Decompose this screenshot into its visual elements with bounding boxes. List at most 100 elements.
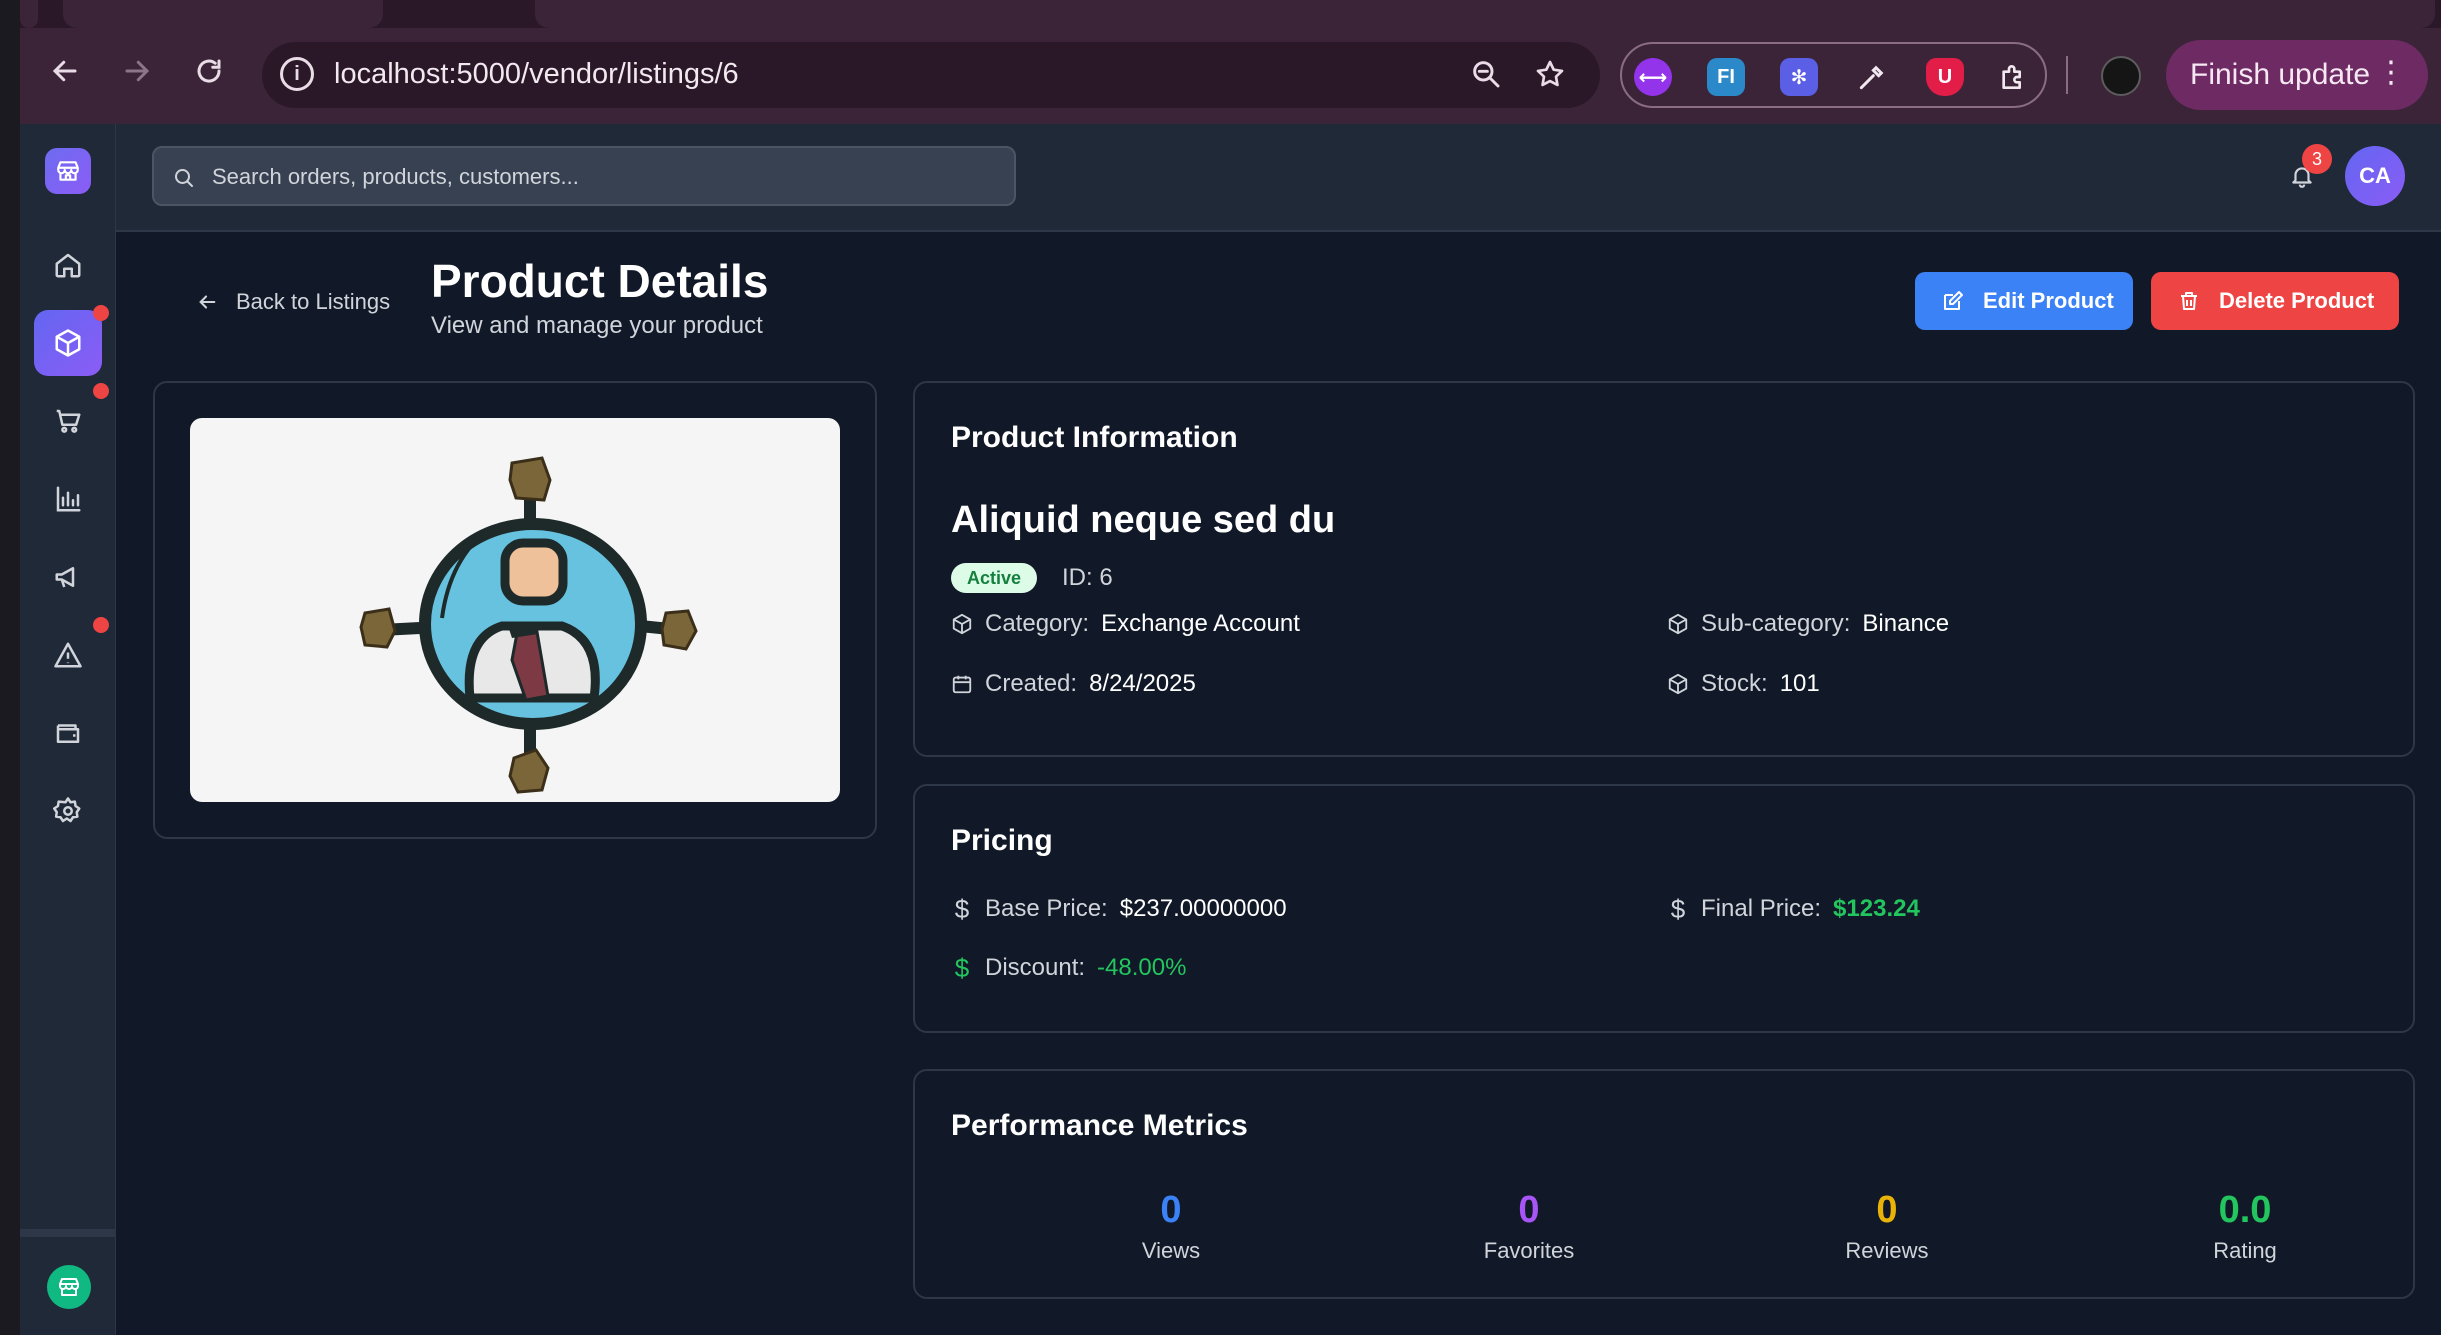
top-bar: 3 CA (116, 124, 2441, 232)
sidebar (20, 124, 116, 1335)
search-box[interactable] (152, 146, 1016, 206)
subcategory-value: Binance (1862, 610, 1950, 637)
sidebar-item-wallet[interactable] (34, 700, 102, 766)
created-field: Created: 8/24/2025 (951, 667, 1196, 701)
category-value: Exchange Account (1101, 610, 1300, 637)
product-image (190, 418, 840, 802)
url-text[interactable]: localhost:5000/vendor/listings/6 (334, 58, 739, 91)
sidebar-item-orders[interactable] (34, 388, 102, 454)
calendar-icon (952, 675, 972, 694)
back-link-label: Back to Listings (236, 289, 391, 314)
discount-field: $ Discount: -48.00% (951, 951, 1187, 985)
tab[interactable] (20, 0, 38, 28)
stock-value: 101 (1779, 670, 1820, 697)
sidebar-item-settings[interactable] (34, 778, 102, 844)
performance-metrics-heading: Performance Metrics (951, 1109, 1248, 1142)
edit-product-button[interactable]: Edit Product (1915, 272, 2133, 330)
metric-value: 0 (1876, 1189, 1898, 1231)
product-id: ID: 6 (1062, 564, 1113, 591)
sidebar-item-products[interactable] (34, 310, 102, 376)
snowflake-extension-icon[interactable]: ✻ (1780, 58, 1818, 96)
base-price-label: Base Price: (985, 895, 1108, 922)
zoom-icon[interactable] (1470, 58, 1502, 96)
dollar-icon: $ (1670, 893, 1686, 924)
user-avatar[interactable]: CA (2345, 146, 2405, 206)
address-bar[interactable]: i localhost:5000/vendor/listings/6 (262, 42, 1600, 108)
extensions-group: ⟷ FI ✻ U (1620, 42, 2047, 108)
sidebar-item-analytics[interactable] (34, 466, 102, 532)
trash-icon (2181, 292, 2197, 310)
store-logo-icon[interactable] (45, 148, 91, 194)
fi-extension-icon[interactable]: FI (1707, 58, 1745, 96)
sidebar-divider (20, 1229, 116, 1237)
edit-product-label: Edit Product (1983, 288, 2114, 313)
edit-icon (1944, 291, 1963, 310)
created-label: Created: (985, 670, 1078, 697)
puzzle-extensions-icon[interactable] (1994, 58, 2032, 96)
reload-icon[interactable] (178, 40, 240, 102)
delete-product-button[interactable]: Delete Product (2151, 272, 2399, 330)
wallet-icon (56, 724, 80, 743)
product-image-card (153, 381, 877, 839)
search-icon (175, 169, 193, 187)
finish-update-label: Finish update (2190, 58, 2371, 91)
sidebar-item-home[interactable] (34, 232, 102, 298)
notification-count-badge: 3 (2302, 144, 2332, 174)
bar-chart-icon (56, 486, 81, 512)
proxy-extension-icon[interactable]: ⟷ (1634, 58, 1672, 96)
performance-metrics-card: Performance Metrics 0 Views 0 Favorites … (913, 1069, 2415, 1299)
metric-favorites: 0 Favorites (1409, 1189, 1649, 1264)
finish-update-button[interactable]: Finish update ⋮ (2166, 40, 2428, 110)
sidebar-item-disputes[interactable] (34, 622, 102, 688)
metric-label: Rating (2213, 1238, 2277, 1263)
disputes-alert-dot (93, 617, 109, 633)
stock-label: Stock: (1701, 670, 1768, 697)
status-badge: Active (951, 563, 1038, 593)
back-arrow-icon[interactable] (34, 40, 96, 102)
tab[interactable] (535, 0, 2435, 28)
box-icon (1668, 673, 1688, 695)
box-icon (1668, 613, 1688, 635)
bookmark-star-icon[interactable] (1534, 58, 1566, 96)
dollar-icon: $ (954, 893, 970, 924)
page-subtitle: View and manage your product (431, 312, 763, 339)
final-price-value: $123.24 (1833, 895, 1920, 922)
subcategory-field: Sub-category: Binance (1667, 607, 1949, 641)
discount-value: -48.00% (1097, 954, 1187, 981)
final-price-label: Final Price: (1701, 895, 1822, 922)
delete-product-label: Delete Product (2219, 288, 2375, 313)
toolbar-separator (2066, 56, 2068, 94)
box-icon (952, 613, 972, 635)
forward-arrow-icon[interactable] (106, 40, 168, 102)
pricing-card: Pricing $ Base Price: $237.00000000 $ Fi… (913, 784, 2415, 1033)
tab[interactable] (63, 0, 383, 28)
sidebar-item-marketing[interactable] (34, 544, 102, 610)
pricing-heading: Pricing (951, 824, 1053, 857)
tab-strip (20, 0, 2441, 28)
page-title: Product Details (431, 255, 769, 307)
subcategory-label: Sub-category: (1701, 610, 1851, 637)
search-input[interactable] (212, 162, 992, 192)
profile-avatar[interactable] (2101, 56, 2141, 96)
orders-alert-dot (93, 383, 109, 399)
created-value: 8/24/2025 (1089, 670, 1196, 697)
category-label: Category: (985, 610, 1090, 637)
eyedropper-extension-icon[interactable] (1853, 58, 1891, 96)
gear-icon (53, 797, 81, 823)
product-name: Aliquid neque sed du (951, 499, 1336, 541)
metric-label: Favorites (1483, 1238, 1575, 1263)
products-alert-dot (93, 305, 109, 321)
metric-label: Reviews (1845, 1238, 1929, 1263)
more-menu-icon[interactable]: ⋮ (2376, 56, 2406, 90)
arrow-left-icon (199, 295, 216, 309)
site-info-icon[interactable]: i (280, 57, 314, 91)
base-price-value: $237.00000000 (1119, 895, 1287, 922)
back-to-listings-link[interactable]: Back to Listings (196, 282, 390, 322)
metric-reviews: 0 Reviews (1767, 1189, 2007, 1264)
megaphone-icon (55, 567, 75, 588)
ublock-extension-icon[interactable]: U (1926, 58, 1964, 96)
dollar-icon: $ (954, 952, 970, 983)
warning-icon (54, 642, 82, 668)
store-switch-icon[interactable] (47, 1265, 91, 1309)
final-price-field: $ Final Price: $123.24 (1667, 892, 1920, 926)
